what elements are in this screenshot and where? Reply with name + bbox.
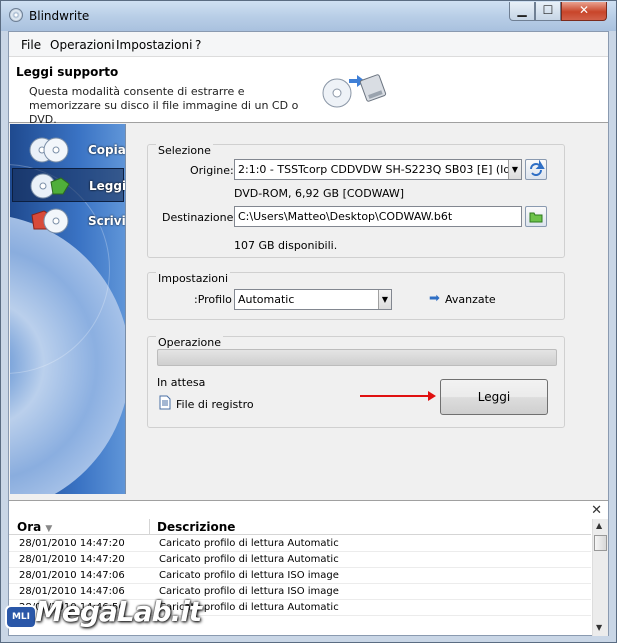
refresh-icon [530, 159, 545, 176]
client-area: File Operazioni Impostazioni ? Leggi sup… [8, 31, 609, 636]
scrollbar-thumb[interactable] [594, 535, 607, 551]
menu-bar: File Operazioni Impostazioni ? [9, 32, 608, 57]
sidebar-item-label: Scrivi [88, 214, 126, 228]
profilo-label: :Profilo [194, 293, 232, 306]
table-row[interactable]: 28/01/2010 14:47:06 Caricato profilo di l… [9, 568, 591, 584]
close-button[interactable]: ✕ [561, 2, 607, 21]
destinazione-info: 107 GB disponibili. [234, 239, 338, 252]
destinazione-value: C:\Users\Matteo\Desktop\CODWAW.b6t [238, 210, 453, 223]
leggi-button[interactable]: Leggi [440, 379, 548, 415]
log-header: Ora ▼ Descrizione [9, 519, 591, 535]
document-icon [159, 395, 171, 410]
sidebar-item-copia[interactable]: Copia [12, 133, 126, 167]
chevron-down-icon[interactable]: ▼ [508, 160, 521, 179]
log-scrollbar[interactable]: ▲ ▼ [592, 519, 608, 636]
profilo-value: Automatic [238, 293, 295, 306]
row-desc: Caricato profilo di lettura Automatic [159, 554, 339, 565]
origine-select[interactable]: 2:1:0 - TSSTcorp CDDVDW SH-S223Q SB03 [E… [234, 159, 522, 180]
table-row[interactable]: 28/01/2010 14:47:20 Caricato profilo di l… [9, 536, 591, 552]
selezione-title: Selezione [156, 144, 213, 157]
menu-file[interactable]: File [21, 38, 41, 52]
row-desc: Caricato profilo di lettura ISO image [159, 570, 339, 581]
app-disc-icon [9, 8, 23, 22]
window-title: Blindwrite [29, 9, 90, 23]
sidebar-item-scrivi[interactable]: Scrivi [12, 204, 126, 238]
column-header-ora-label: Ora [17, 520, 42, 534]
close-icon[interactable]: ✕ [591, 503, 602, 518]
refresh-drive-button[interactable] [525, 159, 547, 180]
origine-value: 2:1:0 - TSSTcorp CDDVDW SH-S223Q SB03 [E… [238, 163, 522, 176]
row-time: 28/01/2010 14:47:06 [19, 570, 125, 581]
sidebar-item-leggi[interactable]: Leggi [12, 168, 126, 202]
origine-label: Origine: [190, 164, 234, 177]
page-description: Questa modalità consente di estrarre e m… [29, 85, 299, 126]
mode-header: Leggi supporto Questa modalità consente … [9, 57, 608, 126]
destinazione-label: Destinazione: [162, 211, 238, 224]
sort-down-icon: ▼ [45, 524, 53, 534]
watermark-text: MegaLab.it [35, 595, 202, 628]
menu-operazioni[interactable]: Operazioni [50, 38, 115, 52]
red-arrow-annotation [360, 391, 436, 401]
avanzate-link[interactable]: Avanzate [445, 293, 496, 306]
title-bar[interactable]: Blindwrite ▁ ☐ ✕ [1, 1, 616, 31]
column-header-descrizione[interactable]: Descrizione [157, 520, 235, 534]
menu-impostazioni[interactable]: Impostazioni [116, 38, 192, 52]
watermark: MLI MegaLab.it [1, 595, 202, 639]
folder-icon [529, 212, 543, 223]
impostazioni-group: Impostazioni :Profilo Automatic ▼ ➡ Avan… [147, 272, 565, 320]
disc-copy-icon [29, 137, 69, 163]
watermark-logo: MLI [5, 605, 37, 629]
maximize-button[interactable]: ☐ [535, 2, 561, 21]
operazione-group: Operazione In attesa File di registro Le… [147, 336, 565, 428]
row-time: 28/01/2010 14:47:20 [19, 538, 125, 549]
arrow-right-icon: ➡ [429, 291, 440, 306]
column-divider[interactable] [149, 519, 150, 535]
disc-to-drive-icon [322, 74, 387, 108]
disc-write-icon [31, 208, 69, 234]
destinazione-input[interactable]: C:\Users\Matteo\Desktop\CODWAW.b6t [234, 206, 522, 227]
row-desc: Caricato profilo di lettura Automatic [159, 538, 339, 549]
log-file-link[interactable]: File di registro [176, 398, 254, 411]
operazione-title: Operazione [156, 336, 223, 349]
row-time: 28/01/2010 14:47:20 [19, 554, 125, 565]
menu-help[interactable]: ? [195, 38, 201, 52]
sidebar-item-label: Leggi [89, 179, 126, 193]
sidebar: Copia Leggi Scrivi [10, 124, 126, 494]
table-row[interactable]: 28/01/2010 14:47:20 Caricato profilo di l… [9, 552, 591, 568]
scroll-up-icon[interactable]: ▲ [596, 521, 602, 530]
column-header-ora[interactable]: Ora ▼ [17, 520, 52, 534]
scroll-down-icon[interactable]: ▼ [596, 623, 602, 632]
selezione-group: Selezione Origine: 2:1:0 - TSSTcorp CDDV… [147, 144, 565, 258]
profilo-select[interactable]: Automatic ▼ [234, 289, 392, 310]
progress-bar [157, 349, 557, 366]
chevron-down-icon[interactable]: ▼ [378, 290, 391, 309]
impostazioni-title: Impostazioni [156, 272, 231, 285]
browse-folder-button[interactable] [525, 206, 547, 227]
disc-read-icon [30, 173, 70, 199]
minimize-button[interactable]: ▁ [509, 2, 535, 21]
sidebar-item-label: Copia [88, 143, 126, 157]
origine-info: DVD-ROM, 6,92 GB [CODWAW] [234, 187, 405, 200]
page-title: Leggi supporto [16, 65, 119, 79]
status-text: In attesa [157, 376, 206, 389]
app-window: Blindwrite ▁ ☐ ✕ File Operazioni Imposta… [0, 0, 617, 643]
